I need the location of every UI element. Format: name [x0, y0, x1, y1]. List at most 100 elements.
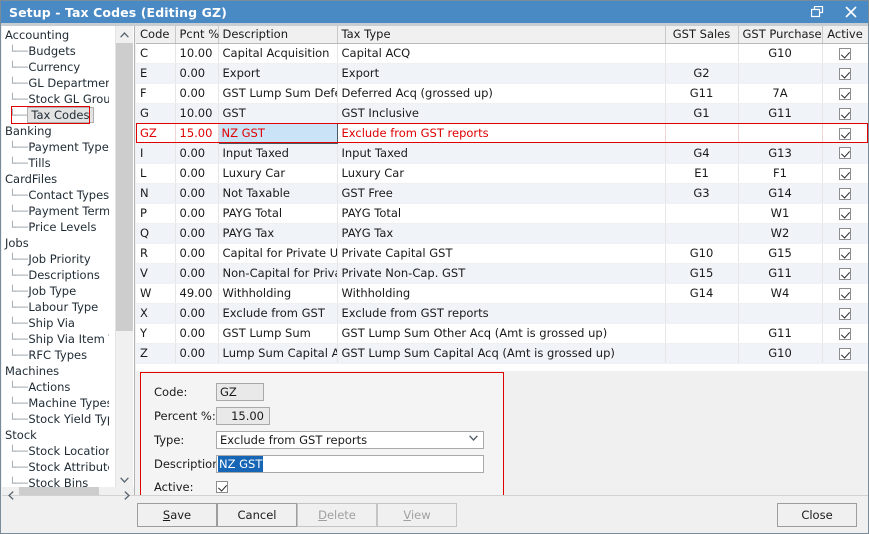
active-checkbox[interactable] — [839, 67, 851, 80]
save-button[interactable]: Save — [137, 503, 217, 527]
gst-purchase-cell[interactable]: W2 — [738, 223, 823, 244]
sidebar-item-stock-attributes[interactable]: └──Stock Attributes — [2, 459, 109, 475]
sidebar-item-price-levels[interactable]: └──Price Levels — [2, 219, 109, 235]
sidebar-item-rfc-types[interactable]: └──RFC Types — [2, 347, 109, 363]
table-row[interactable]: V0.00Non-Capital for PrivatePrivate Non-… — [136, 263, 868, 284]
gst-sales-cell[interactable]: G4 — [665, 143, 739, 164]
active-cell[interactable] — [822, 123, 868, 143]
table-row[interactable]: F0.00GST Lump Sum DeferreDeferred Acq (g… — [136, 83, 868, 104]
sidebar-item-machines[interactable]: Machines — [2, 363, 109, 379]
tax-codes-grid[interactable]: Code Pcnt % Description Tax Type GST Sal… — [136, 26, 868, 371]
sidebar-item-job-type[interactable]: └──Job Type — [2, 283, 109, 299]
sidebar-item-jobs[interactable]: Jobs — [2, 235, 109, 251]
sidebar-item-stock-yield-types[interactable]: └──Stock Yield Types — [2, 411, 109, 427]
description-cell[interactable]: Capital for Private Use — [218, 243, 338, 264]
gst-purchase-cell[interactable]: G13 — [738, 143, 823, 164]
sidebar-item-tax-codes[interactable]: └── Tax Codes — [2, 106, 109, 124]
active-checkbox[interactable] — [839, 207, 851, 220]
description-cell[interactable]: Exclude from GST — [218, 303, 338, 324]
table-row[interactable]: E 0.00 Export Export G2 — [136, 63, 868, 84]
chevron-up-icon[interactable] — [116, 26, 133, 43]
gst-sales-cell[interactable] — [665, 223, 739, 244]
gst-sales-cell[interactable] — [665, 323, 739, 344]
description-cell[interactable]: Export — [218, 63, 338, 84]
description-cell[interactable]: PAYG Tax — [218, 223, 338, 244]
table-row[interactable]: G 10.00 GST GST Inclusive G1 G11 — [136, 103, 868, 124]
cancel-button[interactable]: Cancel — [217, 503, 297, 527]
tax-type-cell[interactable]: Deferred Acq (grossed up) — [337, 83, 666, 104]
description-cell[interactable]: GST Lump Sum — [218, 323, 338, 344]
active-checkbox[interactable] — [839, 87, 851, 100]
gst-purchase-cell[interactable] — [738, 123, 823, 143]
tax-type-cell[interactable]: Luxury Car — [337, 163, 666, 184]
pcnt-cell[interactable]: 10.00 — [175, 43, 219, 64]
active-cell[interactable] — [822, 83, 868, 104]
table-row[interactable]: Z0.00Lump Sum Capital AcqGST Lump Sum Ca… — [136, 343, 868, 364]
pcnt-cell[interactable]: 0.00 — [175, 63, 219, 84]
active-cell[interactable] — [822, 183, 868, 204]
chevron-right-icon[interactable] — [118, 487, 134, 504]
active-checkbox[interactable] — [839, 287, 851, 300]
gst-purchase-cell[interactable]: 7A — [738, 83, 823, 104]
sidebar-item-currency[interactable]: └──Currency — [2, 59, 109, 75]
pcnt-cell[interactable]: 0.00 — [175, 223, 219, 244]
active-checkbox[interactable] — [839, 147, 851, 160]
tree-item-list[interactable]: Accounting └──Budgets └──Currency └──GL Dep… — [2, 26, 109, 489]
sidebar-item-actions[interactable]: └──Actions — [2, 379, 109, 395]
active-checkbox[interactable] — [839, 167, 851, 180]
description-cell[interactable]: Input Taxed — [218, 143, 338, 164]
tax-type-cell[interactable]: Exclude from GST reports — [337, 303, 666, 324]
pcnt-cell[interactable]: 0.00 — [175, 263, 219, 284]
table-row[interactable]: N 0.00 Not Taxable GST Free G3 G14 — [136, 183, 868, 204]
close-icon[interactable] — [834, 1, 868, 23]
gst-sales-cell[interactable]: G3 — [665, 183, 739, 204]
sidebar-item-tills[interactable]: └──Tills — [2, 155, 109, 171]
tax-type-cell[interactable]: Input Taxed — [337, 143, 666, 164]
gst-sales-cell[interactable]: E1 — [665, 163, 739, 184]
percent-field[interactable]: 15.00 — [216, 406, 270, 425]
table-row[interactable]: C 10.00 Capital Acquisition Capital ACQ G10 — [136, 43, 868, 64]
sidebar-item-accounting[interactable]: Accounting — [2, 27, 109, 43]
gst-sales-cell[interactable]: G2 — [665, 63, 739, 84]
gst-purchase-cell[interactable] — [738, 63, 823, 84]
active-cell[interactable] — [822, 163, 868, 184]
active-checkbox[interactable] — [839, 307, 851, 320]
gst-sales-cell[interactable] — [665, 123, 739, 143]
pcnt-cell[interactable]: 0.00 — [175, 343, 219, 364]
active-cell[interactable] — [822, 203, 868, 224]
table-row[interactable]: X 0.00 Exclude from GST Exclude from GST re… — [136, 303, 868, 324]
table-row[interactable]: Q 0.00 PAYG Tax PAYG Tax W2 — [136, 223, 868, 244]
active-cell[interactable] — [822, 63, 868, 84]
gst-sales-cell[interactable] — [665, 43, 739, 64]
restore-icon[interactable] — [800, 1, 834, 23]
active-checkbox[interactable] — [839, 47, 851, 60]
column-header-code[interactable]: Code — [136, 26, 176, 44]
code-cell[interactable]: F — [136, 83, 176, 104]
table-row[interactable]: P 0.00 PAYG Total PAYG Total W1 — [136, 203, 868, 224]
tax-type-cell[interactable]: Withholding — [337, 283, 666, 304]
active-cell[interactable] — [822, 323, 868, 344]
description-cell[interactable]: NZ GST — [217, 122, 338, 144]
description-cell[interactable]: Luxury Car — [218, 163, 338, 184]
chevron-down-icon[interactable] — [469, 435, 481, 444]
active-checkbox[interactable] — [839, 227, 851, 240]
pcnt-cell[interactable]: 0.00 — [175, 83, 219, 104]
sidebar-item-cardfiles[interactable]: CardFiles — [2, 171, 109, 187]
description-cell[interactable]: Not Taxable — [218, 183, 338, 204]
pcnt-cell[interactable]: 0.00 — [175, 243, 219, 264]
sidebar-item-descriptions[interactable]: └──Descriptions — [2, 267, 109, 283]
gst-sales-cell[interactable] — [665, 343, 739, 364]
tree-vertical-scrollbar[interactable] — [115, 26, 133, 488]
active-cell[interactable] — [822, 343, 868, 364]
type-select[interactable]: Exclude from GST reports — [216, 430, 484, 449]
description-cell[interactable]: Non-Capital for Private — [218, 263, 338, 284]
code-cell[interactable]: Q — [136, 223, 176, 244]
pcnt-cell[interactable]: 0.00 — [175, 203, 219, 224]
sidebar-item-labour-type[interactable]: └──Labour Type — [2, 299, 109, 315]
active-cell[interactable] — [822, 223, 868, 244]
active-checkbox[interactable] — [839, 247, 851, 260]
table-row[interactable]: L 0.00 Luxury Car Luxury Car E1 F1 — [136, 163, 868, 184]
gst-purchase-cell[interactable]: G11 — [738, 263, 823, 284]
table-row[interactable]: Y 0.00 GST Lump Sum GST Lump Sum Other Acq … — [136, 323, 868, 344]
active-cell[interactable] — [822, 143, 868, 164]
